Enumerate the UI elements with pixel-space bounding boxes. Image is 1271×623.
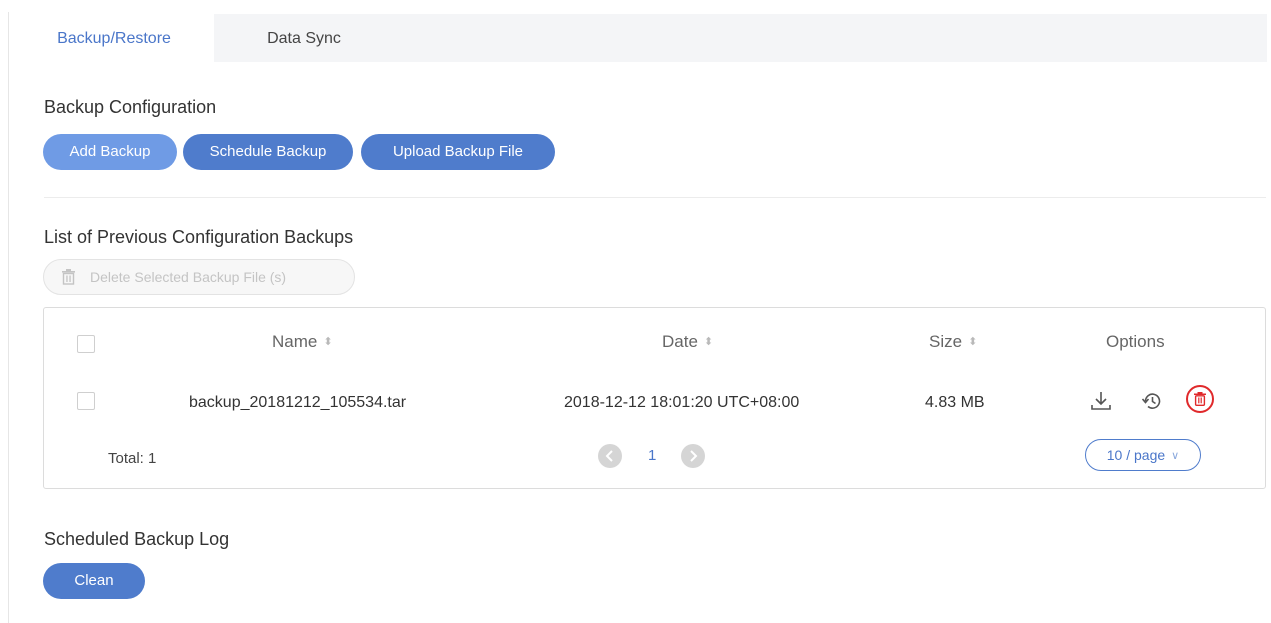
clean-button[interactable]: Clean — [43, 563, 145, 599]
chevron-right-icon — [690, 450, 698, 462]
download-icon[interactable] — [1089, 389, 1113, 413]
page-left-border — [8, 12, 9, 623]
column-header-date-label: Date — [662, 332, 698, 351]
backup-configuration-title: Backup Configuration — [44, 97, 217, 117]
previous-backups-title: List of Previous Configuration Backups — [44, 227, 354, 247]
backup-name-cell: backup_20181212_105534.tar — [189, 394, 407, 411]
tab-data-sync[interactable]: Data Sync — [214, 14, 394, 62]
select-all-checkbox[interactable] — [77, 335, 95, 353]
pagination-page-1[interactable]: 1 — [648, 447, 656, 464]
sort-icon[interactable]: ⬍ — [704, 336, 713, 348]
delete-selected-button[interactable]: Delete Selected Backup File (s) — [43, 259, 355, 295]
trash-icon — [62, 269, 75, 285]
row-checkbox[interactable] — [77, 392, 95, 410]
trash-icon — [1194, 392, 1206, 406]
section-divider — [44, 197, 1266, 198]
tab-bar: Backup/Restore Data Sync — [14, 14, 1267, 62]
backup-date-cell: 2018-12-12 18:01:20 UTC+08:00 — [564, 394, 800, 411]
page-size-value: 10 / page — [1106, 447, 1166, 463]
delete-selected-label: Delete Selected Backup File (s) — [90, 269, 287, 285]
column-header-options: Options — [1106, 332, 1165, 351]
total-count: Total: 1 — [108, 450, 157, 467]
sort-icon[interactable]: ⬍ — [968, 336, 977, 348]
scheduled-backup-log-title: Scheduled Backup Log — [44, 529, 230, 549]
backups-table: Name ⬍ Date ⬍ Size ⬍ Options backup_2018121… — [43, 307, 1266, 489]
tab-backup-restore[interactable]: Backup/Restore — [14, 14, 214, 62]
column-header-size[interactable]: Size ⬍ — [929, 332, 977, 352]
backup-size-cell: 4.83 MB — [925, 394, 985, 411]
page-size-select[interactable]: 10 / page ∨ — [1085, 439, 1201, 471]
upload-backup-file-button[interactable]: Upload Backup File — [361, 134, 555, 170]
delete-circle-icon[interactable] — [1186, 385, 1214, 413]
chevron-down-icon: ∨ — [1171, 450, 1180, 462]
pagination-prev-button[interactable] — [598, 444, 622, 468]
column-header-name[interactable]: Name ⬍ — [272, 332, 333, 352]
add-backup-button[interactable]: Add Backup — [43, 134, 177, 170]
sort-icon[interactable]: ⬍ — [323, 336, 332, 348]
pagination-next-button[interactable] — [681, 444, 705, 468]
chevron-left-icon — [605, 450, 613, 462]
schedule-backup-button[interactable]: Schedule Backup — [183, 134, 353, 170]
restore-history-icon[interactable] — [1140, 389, 1164, 413]
backup-restore-page: Backup/Restore Data Sync Backup Configur… — [0, 0, 1271, 623]
column-header-name-label: Name — [272, 332, 318, 351]
column-header-size-label: Size — [929, 332, 963, 351]
column-header-date[interactable]: Date ⬍ — [662, 332, 713, 352]
